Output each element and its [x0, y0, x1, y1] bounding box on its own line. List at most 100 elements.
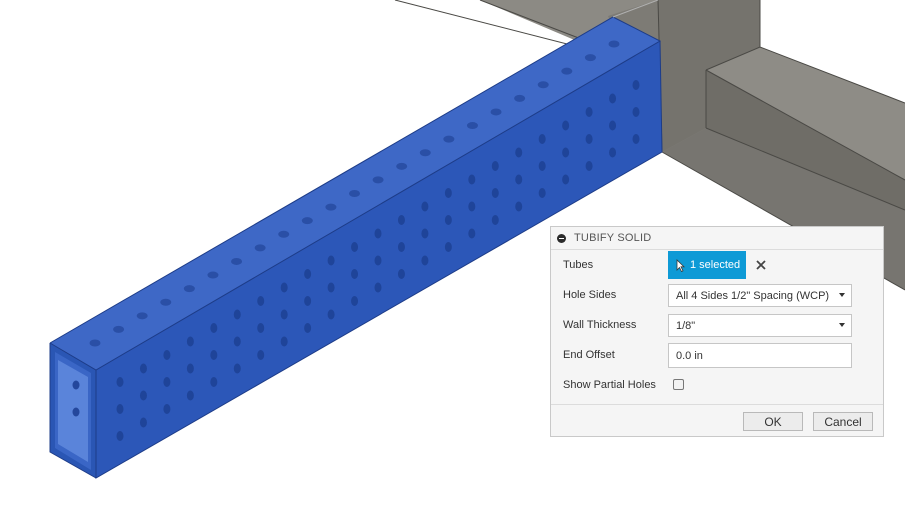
tube-hole [207, 271, 219, 279]
tube-hole [538, 188, 546, 198]
tube-hole [280, 336, 288, 347]
tube-hole [136, 312, 148, 320]
tube-hole [113, 325, 125, 333]
tube-hole [210, 350, 218, 360]
tube-hole [421, 255, 429, 266]
close-icon[interactable] [754, 258, 768, 272]
tube-hole [210, 323, 218, 333]
tube-hole [139, 417, 147, 428]
tube-hole [186, 336, 194, 347]
tube-hole [280, 282, 288, 293]
tube-hole [421, 228, 429, 239]
tube-hole [396, 162, 408, 170]
tube-hole [468, 174, 476, 185]
tubes-selection-label: 1 selected [690, 259, 741, 271]
tube-hole [301, 217, 313, 225]
tube-hole [327, 255, 335, 266]
tube-hole [584, 54, 596, 62]
tube-hole [608, 40, 620, 48]
tube-hole [139, 390, 147, 401]
tube-hole [254, 244, 266, 252]
tube-hole [468, 201, 476, 212]
tube-hole [349, 190, 360, 197]
end-offset-label: End Offset [563, 349, 615, 361]
tube-hole [538, 134, 546, 144]
tube-hole [421, 201, 429, 212]
minus-icon[interactable] [557, 233, 566, 243]
tube-hole [325, 203, 337, 211]
tube-hole [632, 80, 640, 90]
tube-hole [443, 135, 455, 143]
tube-hole [444, 215, 452, 225]
tube-hole [515, 201, 523, 212]
tube-hole [468, 228, 476, 239]
tube-hole [351, 269, 359, 279]
tube-hole [231, 257, 243, 265]
tube-hole [515, 147, 523, 158]
tube-hole [562, 174, 570, 185]
end-hole [72, 407, 80, 417]
tube-hole [561, 67, 573, 75]
tube-hole [186, 363, 194, 374]
tube-hole [233, 336, 241, 347]
hole-sides-select[interactable]: All 4 Sides 1/2" Spacing (WCP) [668, 284, 852, 307]
tube-hole [585, 107, 593, 117]
wall-thickness-select[interactable]: 1/8" [668, 314, 852, 337]
end-offset-value: 0.0 in [676, 349, 703, 362]
tubes-label: Tubes [563, 259, 594, 271]
tube-hole [515, 174, 523, 185]
tube-hole [163, 377, 171, 387]
tube-hole [374, 228, 382, 239]
tube-hole [466, 122, 478, 130]
tube-hole [257, 296, 265, 306]
tube-hole [514, 94, 526, 102]
tube-hole [116, 404, 124, 414]
tube-hole [374, 282, 382, 293]
tube-hole [562, 120, 570, 131]
tube-hole [372, 176, 384, 184]
tube-hole [233, 363, 241, 374]
tube-hole [609, 147, 617, 158]
dialog-footer: OK Cancel [551, 404, 883, 438]
tube-hole [163, 350, 171, 360]
tube-hole [116, 377, 124, 387]
tube-hole [327, 282, 335, 293]
tube-hole [304, 323, 312, 333]
tube-hole [139, 363, 147, 374]
tube-hole [490, 108, 502, 116]
dialog-header[interactable]: TUBIFY SOLID [551, 227, 883, 250]
wall-thickness-label: Wall Thickness [563, 319, 637, 331]
wall-thickness-value: 1/8" [676, 319, 696, 332]
tube-hole [562, 147, 570, 158]
tube-hole [304, 296, 312, 306]
end-offset-input[interactable]: 0.0 in [668, 343, 852, 368]
tube-hole [632, 134, 640, 144]
tube-hole [538, 161, 546, 171]
tube-hole [351, 296, 359, 306]
tube-hole [233, 309, 241, 320]
tubes-selection-button[interactable]: 1 selected [668, 251, 746, 279]
tube-hole [585, 161, 593, 171]
cancel-button[interactable]: Cancel [813, 412, 873, 431]
tube-hole [491, 215, 499, 225]
tube-hole [444, 242, 452, 252]
tube-hole [609, 120, 617, 131]
tube-hole [278, 230, 290, 238]
tube-hole [397, 215, 405, 225]
tube-hole [89, 339, 101, 347]
tube-hole [374, 255, 382, 266]
tubify-solid-dialog: TUBIFY SOLID Tubes 1 selected Hole Sides… [550, 226, 884, 437]
dropdown-caret-icon [839, 323, 845, 327]
tube-hole [186, 390, 194, 401]
tube-hole [116, 431, 124, 441]
dropdown-caret-icon [839, 293, 845, 297]
show-partial-holes-checkbox[interactable] [673, 379, 684, 390]
tube-hole [304, 269, 312, 279]
tube-hole [397, 242, 405, 252]
tube-hole [444, 188, 452, 198]
tube-hole [257, 323, 265, 333]
ok-button[interactable]: OK [743, 412, 803, 431]
show-partial-holes-label: Show Partial Holes [563, 379, 656, 391]
tube-hole [327, 309, 335, 320]
tube-hole [585, 134, 593, 144]
